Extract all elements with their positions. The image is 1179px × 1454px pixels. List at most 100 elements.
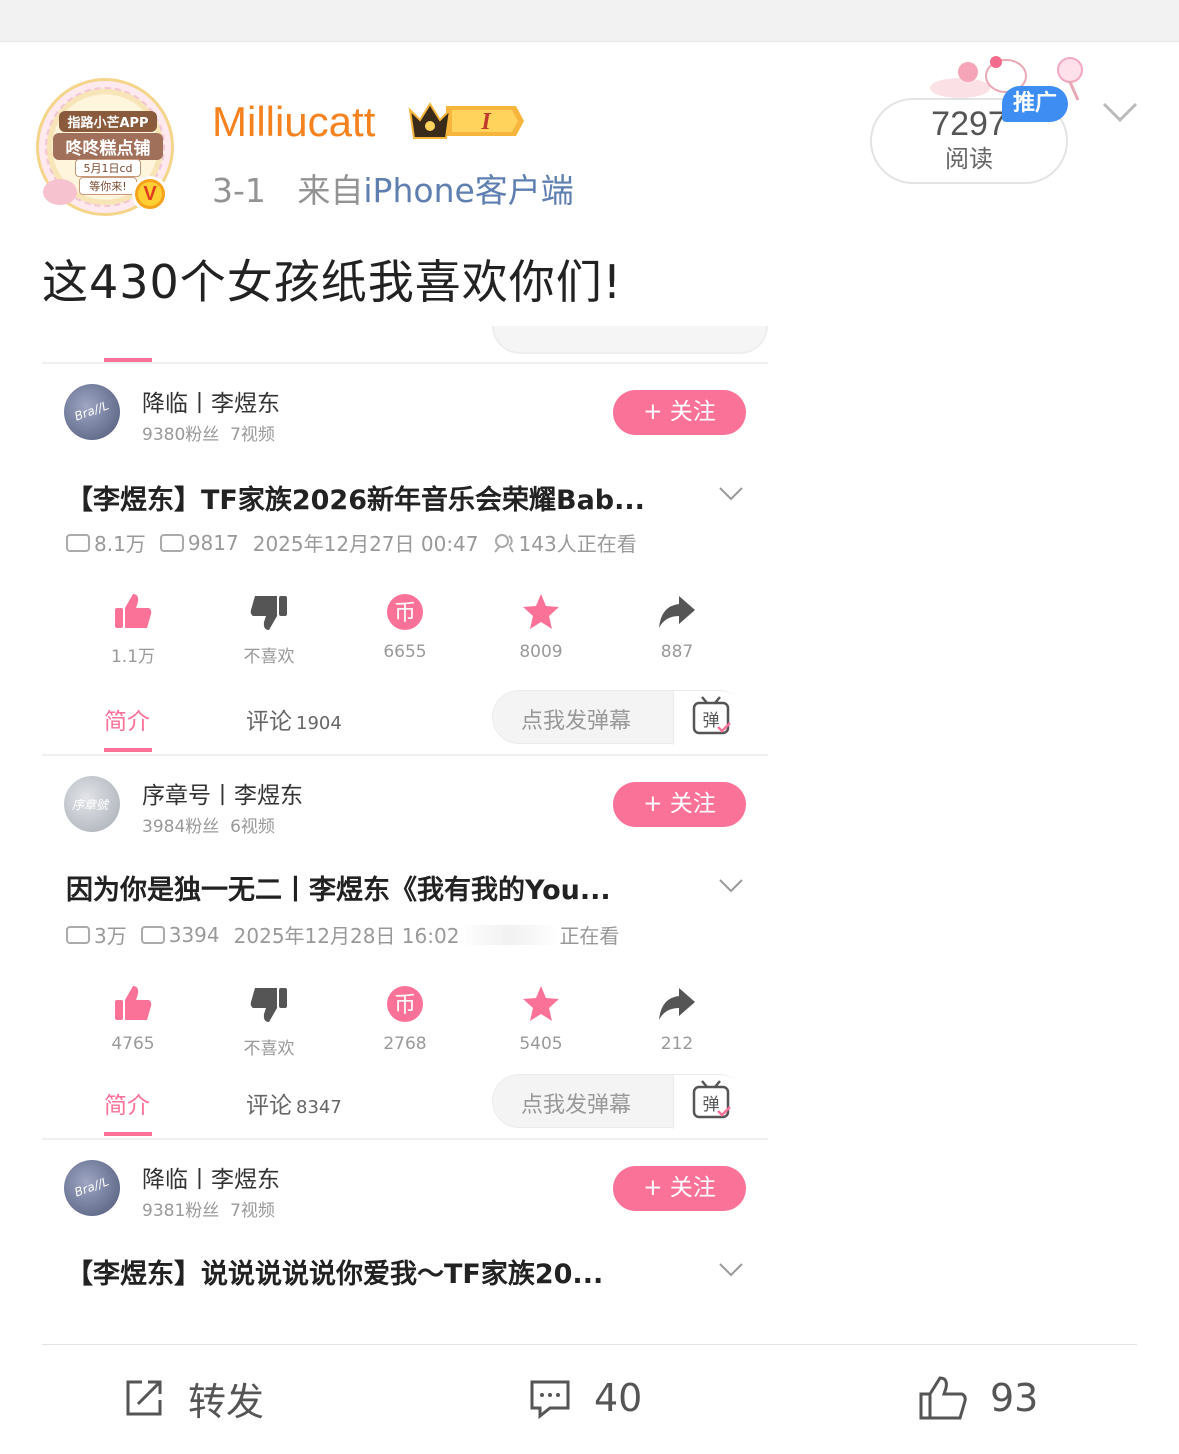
coin-action[interactable]: 币 6655	[360, 592, 450, 662]
danmaku-count: 3394	[168, 922, 220, 947]
danmu-toggle[interactable]: 弹	[673, 691, 747, 745]
tab-comments-label: 评论	[246, 1093, 292, 1119]
uploader-stats: 9381粉丝 7视频	[142, 1196, 275, 1221]
dislike-label: 不喜欢	[243, 647, 295, 667]
like-action[interactable]: 4765	[88, 984, 178, 1054]
follow-button[interactable]: + 关注	[613, 782, 746, 827]
from-label: 来自	[297, 171, 364, 210]
danmu-placeholder: 点我发弹幕	[521, 709, 632, 734]
fans-count: 3984粉丝	[142, 817, 220, 837]
danmu-icon-char: 弹	[703, 711, 720, 731]
source-link[interactable]: iPhone客户端	[363, 171, 573, 210]
tab-underline	[104, 748, 152, 752]
repost-label: 转发	[188, 1379, 265, 1424]
share-count: 212	[660, 1034, 694, 1054]
dislike-action[interactable]: 不喜欢	[224, 592, 314, 667]
danmu-input[interactable]: 点我发弹幕 弹	[492, 1074, 747, 1129]
video-count: 6视频	[230, 817, 275, 837]
uploader-name: 序章号丨李煜东	[142, 783, 303, 809]
favorite-count: 8009	[519, 642, 563, 662]
publish-time: 2025年12月28日 16:02	[233, 924, 460, 948]
avatar-text-4: 等你来!	[79, 177, 137, 195]
repost-icon	[126, 1380, 162, 1416]
share-arrow-icon	[659, 596, 695, 628]
follow-button[interactable]: + 关注	[613, 390, 746, 435]
tab-comments-label: 评论	[246, 709, 292, 735]
dislike-label: 不喜欢	[243, 1039, 295, 1059]
like-button[interactable]: 93	[918, 1372, 1038, 1424]
coin-count: 6655	[383, 642, 427, 662]
danmaku-count-icon	[140, 925, 165, 944]
tab-comments[interactable]: 评论 1904	[246, 702, 342, 736]
fans-count: 9380粉丝	[142, 425, 220, 445]
dislike-action[interactable]: 不喜欢	[224, 984, 314, 1059]
embedded-screenshot[interactable]: Bra//L 降临丨李煜东 9380粉丝 7视频 + 关注 【李煜东】TF家族2…	[42, 326, 768, 1302]
svg-text:币: 币	[394, 601, 416, 626]
share-arrow-icon	[659, 988, 695, 1020]
comment-button[interactable]: 40	[528, 1372, 642, 1424]
danmaku-count-icon	[159, 533, 184, 552]
video-count: 7视频	[230, 1201, 275, 1221]
play-count-icon	[66, 925, 90, 944]
video-title: 因为你是独一无二丨李煜东《我有我的You...	[66, 875, 611, 906]
thumbs-down-icon	[250, 988, 287, 1022]
danmu-placeholder: 点我发弹幕	[521, 1093, 632, 1118]
tab-comments[interactable]: 评论 8347	[246, 1086, 342, 1120]
view-count: 8.1万	[94, 532, 146, 556]
play-count-icon	[66, 533, 90, 552]
tab-intro[interactable]: 简介	[104, 1086, 150, 1120]
read-label: 阅读	[945, 145, 993, 173]
thumbs-up-outline-icon	[919, 1376, 967, 1420]
avatar-text-2: 咚咚糕点铺	[53, 133, 163, 160]
chevron-down-icon	[719, 487, 743, 501]
uploader-avatar: Bra//L	[64, 1160, 120, 1216]
username[interactable]: Milliucatt	[212, 98, 375, 146]
comment-icon	[530, 1380, 570, 1420]
avatar-text-1: 指路小芒APP	[59, 111, 157, 132]
coin-count: 2768	[383, 1034, 427, 1054]
uploader-avatar: 序章號	[64, 776, 120, 832]
share-count: 887	[660, 642, 694, 662]
video-title: 【李煜东】TF家族2026新年音乐会荣耀Bab...	[66, 485, 645, 516]
follow-button[interactable]: + 关注	[613, 1166, 746, 1211]
chevron-down-icon	[719, 1263, 743, 1277]
coin-icon: 币	[387, 986, 423, 1022]
chevron-down-icon[interactable]	[1100, 96, 1140, 126]
uploader-name: 降临丨李煜东	[142, 1167, 280, 1193]
video-meta: 3万 3394 2025年12月28日 16:02 正在看	[66, 920, 619, 949]
comment-count: 8347	[296, 1097, 342, 1118]
action-bar-1: 1.1万 不喜欢 币 6655 8009 887	[42, 592, 768, 672]
favorite-action[interactable]: 5405	[496, 984, 586, 1054]
comment-count: 40	[594, 1376, 643, 1420]
coin-action[interactable]: 币 2768	[360, 984, 450, 1054]
danmu-icon-char: 弹	[703, 1095, 720, 1115]
favorite-count: 5405	[519, 1034, 563, 1054]
star-icon	[523, 986, 559, 1021]
star-icon	[523, 594, 559, 629]
footer-divider	[42, 1344, 1137, 1345]
share-action[interactable]: 887	[632, 592, 722, 662]
danmu-input[interactable]: 点我发弹幕 弹	[492, 690, 747, 745]
watching-count: 正在看	[559, 924, 620, 948]
like-count: 93	[990, 1376, 1039, 1420]
promo-badge[interactable]: 推广	[1002, 86, 1068, 122]
tab-intro[interactable]: 简介	[104, 702, 150, 736]
danmaku-count: 9817	[187, 530, 239, 555]
video-meta: 8.1万 9817 2025年12月27日 00:47 143人正在看	[66, 528, 637, 557]
svg-text:币: 币	[394, 993, 416, 1018]
danmu-toggle[interactable]: 弹	[673, 1075, 747, 1129]
thumbs-down-icon	[250, 596, 287, 630]
level-text: I	[480, 109, 492, 135]
tabs-1: 简介 评论 1904 点我发弹幕 弹	[42, 690, 768, 760]
crown-level-icon: I	[408, 102, 524, 139]
view-count: 3万	[94, 924, 127, 948]
like-action[interactable]: 1.1万	[88, 592, 178, 667]
favorite-action[interactable]: 8009	[496, 592, 586, 662]
chevron-down-icon	[719, 879, 743, 893]
share-action[interactable]: 212	[632, 984, 722, 1054]
post-meta: 3-1 来自iPhone客户端	[212, 164, 574, 212]
danmu-input-partial	[492, 326, 768, 354]
like-count: 4765	[111, 1034, 155, 1054]
action-bar-2: 4765 不喜欢 币 2768 5405 212	[42, 984, 768, 1064]
repost-button[interactable]: 转发	[122, 1372, 264, 1424]
